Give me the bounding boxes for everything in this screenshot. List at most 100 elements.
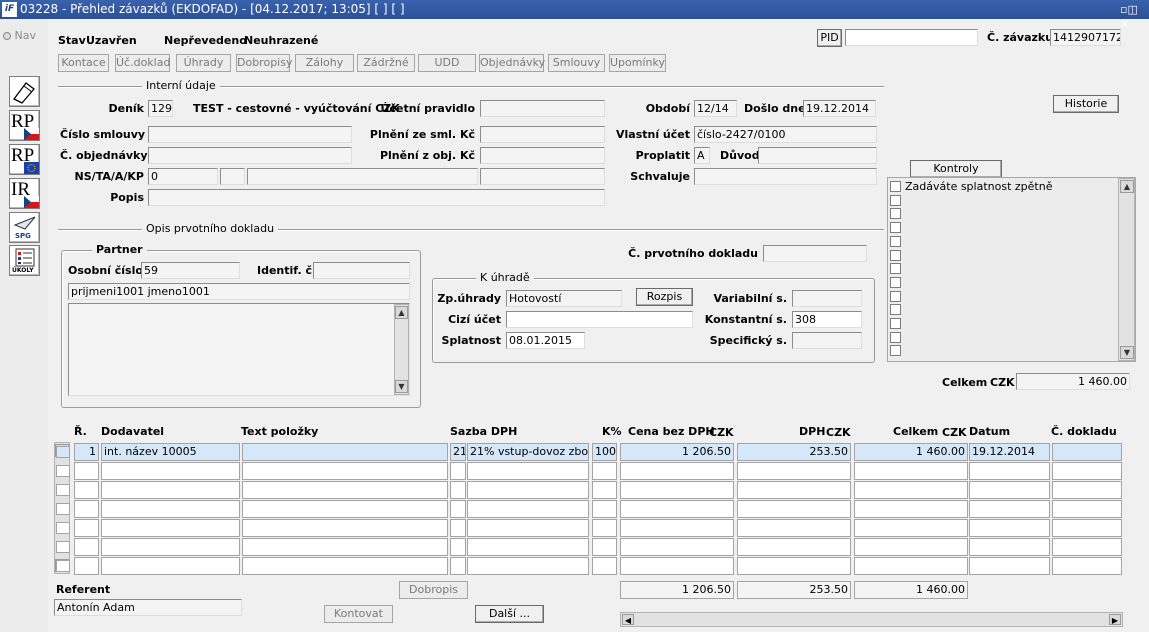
partner-name-field[interactable]: prijmeni1001 jmeno1001 xyxy=(68,283,410,300)
table-cell-text[interactable] xyxy=(242,481,448,499)
historie-button[interactable]: Historie xyxy=(1053,95,1119,113)
ir-cz-tool-icon[interactable]: IR xyxy=(9,178,40,209)
table-cell-cdokladu[interactable] xyxy=(1052,500,1122,518)
table-cell-cdokladu[interactable] xyxy=(1052,557,1122,575)
plneni-obj-field[interactable] xyxy=(480,147,605,164)
doslo-field[interactable]: 19.12.2014 xyxy=(803,100,876,117)
table-hscrollbar[interactable]: ◀ ▶ xyxy=(620,612,1123,627)
vlastni-ucet-field[interactable]: číslo-2427/0100 xyxy=(694,126,877,143)
table-cell-cena[interactable] xyxy=(620,557,734,575)
ukoly-tool-icon[interactable]: ÚKOLY xyxy=(9,245,40,276)
konstantni-field[interactable]: 308 xyxy=(792,311,862,328)
table-cell-sazba[interactable]: 21% vstup-dovoz zboží xyxy=(467,443,589,461)
kontroly-checkbox[interactable] xyxy=(890,290,901,302)
kontroly-checkbox[interactable] xyxy=(890,304,901,316)
nav-toggle[interactable]: Nav xyxy=(3,29,36,42)
table-cell-dph[interactable] xyxy=(737,462,851,480)
table-cell-sazba-code[interactable]: 21 xyxy=(450,443,466,461)
table-cell-dph[interactable] xyxy=(737,538,851,556)
rp-eu-tool-icon[interactable]: RP xyxy=(9,144,40,175)
kontroly-checkbox[interactable] xyxy=(890,318,901,329)
row-selector[interactable] xyxy=(56,541,70,553)
table-cell-sazba[interactable] xyxy=(467,481,589,499)
kontroly-checkbox[interactable] xyxy=(890,263,901,275)
referent-field[interactable]: Antonín Adam xyxy=(54,599,242,616)
table-cell-text[interactable] xyxy=(242,500,448,518)
table-cell-celkem[interactable] xyxy=(854,538,968,556)
denik-field[interactable]: 129 xyxy=(148,100,173,117)
window-controls-icon[interactable]: ▫◫ ✕ xyxy=(1120,2,1149,32)
table-cell-dodavatel[interactable]: int. název 10005 xyxy=(101,443,240,461)
kontroly-checkbox[interactable] xyxy=(890,181,901,192)
table-cell-cena[interactable] xyxy=(620,538,734,556)
table-cell-text[interactable] xyxy=(242,519,448,537)
scroll-down-icon[interactable]: ▼ xyxy=(395,380,408,393)
c-zavazku-field[interactable]: 1412907172 xyxy=(1050,29,1121,46)
row-selector[interactable] xyxy=(56,560,70,572)
tab-smlouvy[interactable]: Smlouvy xyxy=(548,54,605,72)
zp-uhrady-field[interactable]: Hotovostí xyxy=(506,290,622,307)
celkem-field[interactable]: 1 460.00 xyxy=(1016,373,1130,390)
table-cell-sazba[interactable] xyxy=(467,519,589,537)
table-cell-kp[interactable] xyxy=(592,500,617,518)
table-cell-dph[interactable] xyxy=(737,519,851,537)
table-cell-celkem[interactable] xyxy=(854,462,968,480)
table-cell-sazba-code[interactable] xyxy=(450,557,466,575)
table-cell-kp[interactable] xyxy=(592,519,617,537)
kp-field[interactable] xyxy=(480,168,605,185)
table-cell-sazba-code[interactable] xyxy=(450,519,466,537)
table-cell-datum[interactable]: 19.12.2014 xyxy=(969,443,1050,461)
kontovat-button[interactable]: Kontovat xyxy=(324,605,393,623)
table-cell-datum[interactable] xyxy=(969,462,1050,480)
identif-field[interactable] xyxy=(313,262,410,279)
tab-uhrady[interactable]: Úhrady xyxy=(176,54,231,72)
table-cell-dph[interactable]: 253.50 xyxy=(737,443,851,461)
pid-field[interactable] xyxy=(845,29,978,46)
rozpis-button[interactable]: Rozpis xyxy=(636,288,693,306)
tab-uc-doklad[interactable]: Úč.doklad xyxy=(115,54,170,72)
kontroly-checkbox[interactable] xyxy=(890,222,901,234)
table-cell-sazba-code[interactable] xyxy=(450,462,466,480)
ta-field[interactable] xyxy=(220,168,245,185)
c-prvotniho-field[interactable] xyxy=(763,245,867,262)
table-cell-r[interactable] xyxy=(74,500,99,518)
scroll-right-icon[interactable]: ▶ xyxy=(1109,614,1121,625)
table-cell-datum[interactable] xyxy=(969,481,1050,499)
table-cell-text[interactable] xyxy=(242,443,448,461)
tab-upominky[interactable]: Upomínky xyxy=(609,54,666,72)
specificky-field[interactable] xyxy=(792,332,862,349)
cizi-ucet-field[interactable] xyxy=(506,311,693,328)
table-cell-celkem[interactable] xyxy=(854,481,968,499)
table-cell-kp[interactable] xyxy=(592,557,617,575)
table-cell-kp[interactable] xyxy=(592,481,617,499)
table-cell-r[interactable] xyxy=(74,519,99,537)
table-cell-celkem[interactable] xyxy=(854,519,968,537)
table-cell-dodavatel[interactable] xyxy=(101,500,240,518)
kontroly-checkbox[interactable] xyxy=(890,249,901,261)
row-selector[interactable] xyxy=(56,522,70,534)
table-cell-r[interactable] xyxy=(74,481,99,499)
table-cell-dodavatel[interactable] xyxy=(101,462,240,480)
table-cell-dph[interactable] xyxy=(737,500,851,518)
table-cell-sazba[interactable] xyxy=(467,500,589,518)
table-cell-dodavatel[interactable] xyxy=(101,557,240,575)
table-cell-r[interactable] xyxy=(74,538,99,556)
table-cell-text[interactable] xyxy=(242,462,448,480)
table-cell-dodavatel[interactable] xyxy=(101,481,240,499)
table-cell-text[interactable] xyxy=(242,538,448,556)
kontroly-checkbox[interactable] xyxy=(890,194,901,206)
dobropis-button[interactable]: Dobropis xyxy=(399,581,468,599)
table-cell-cena[interactable] xyxy=(620,462,734,480)
table-cell-sazba[interactable] xyxy=(467,462,589,480)
partner-scrollbar[interactable]: ▲ ▼ xyxy=(394,304,409,395)
row-selector[interactable] xyxy=(56,446,70,458)
table-cell-sazba[interactable] xyxy=(467,538,589,556)
row-selector[interactable] xyxy=(56,465,70,477)
tab-dobropisy[interactable]: Dobropisy xyxy=(236,54,292,72)
table-cell-r[interactable] xyxy=(74,462,99,480)
table-cell-cena[interactable]: 1 206.50 xyxy=(620,443,734,461)
obdobi-field[interactable]: 12/14 xyxy=(694,100,737,117)
table-cell-dph[interactable] xyxy=(737,557,851,575)
table-cell-datum[interactable] xyxy=(969,557,1050,575)
schvaluje-field[interactable] xyxy=(694,168,877,185)
